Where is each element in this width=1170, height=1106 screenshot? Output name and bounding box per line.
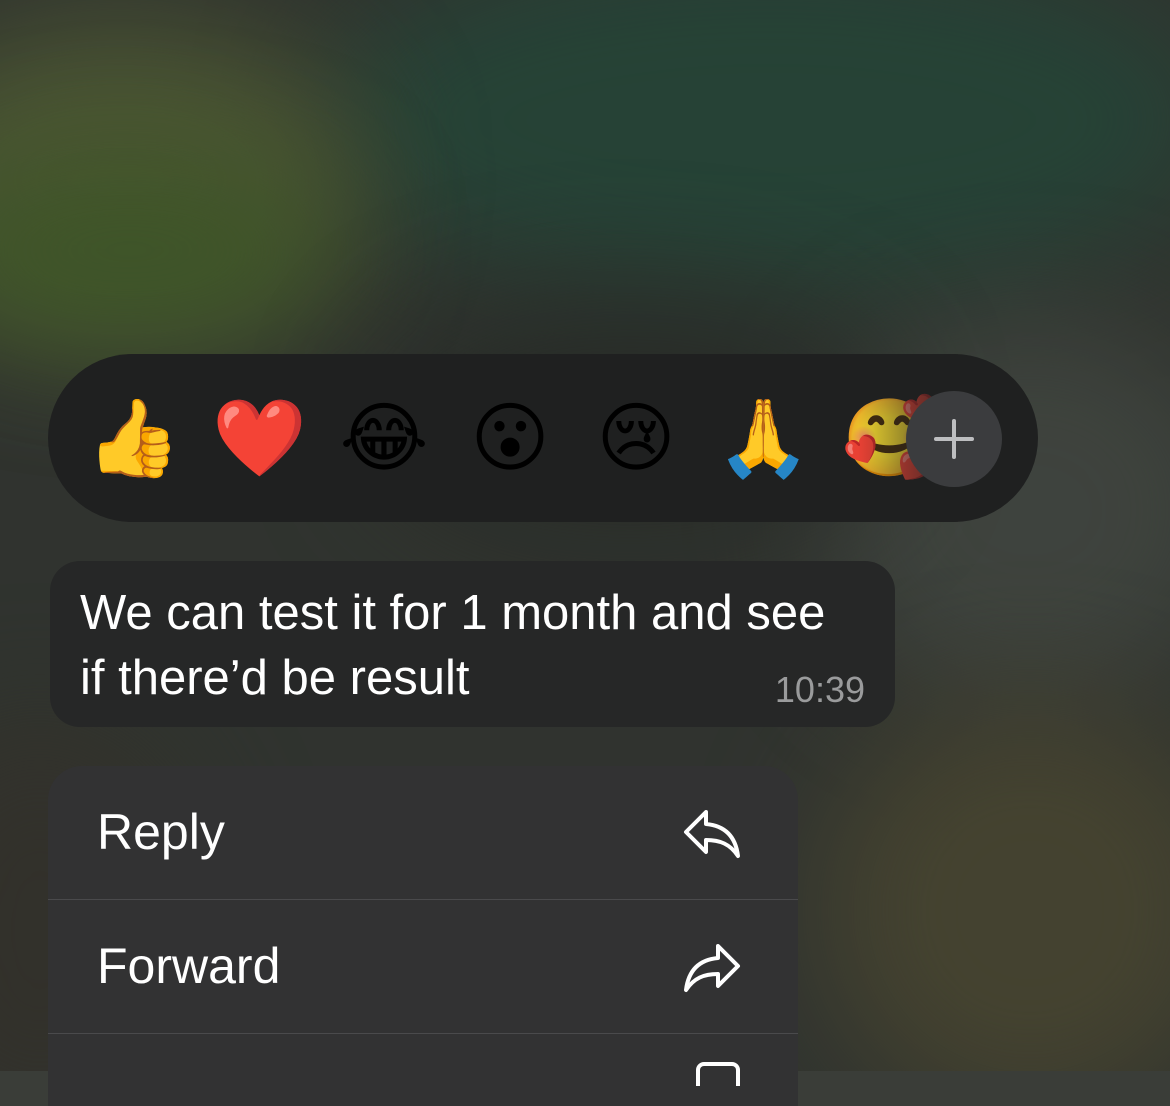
menu-item-label: Forward [97, 938, 281, 994]
reaction-thumbs-up[interactable]: 👍 [86, 392, 181, 484]
copy-icon [696, 1062, 740, 1086]
forward-icon [684, 944, 740, 992]
reaction-laughing[interactable]: 😂 [338, 392, 430, 484]
reaction-crying[interactable]: 😢 [590, 392, 682, 484]
reaction-bar: 👍 ❤️ 😂 😮 😢 🙏 🥰 [48, 354, 1038, 522]
reply-icon [684, 810, 740, 858]
message-text: We can test it for 1 month and see if th… [80, 586, 826, 705]
menu-divider [48, 1033, 798, 1034]
context-menu: Reply Forward [48, 766, 798, 1106]
menu-item-reply[interactable]: Reply [48, 766, 798, 899]
reaction-heart[interactable]: ❤️ [212, 392, 307, 484]
plus-icon [934, 419, 974, 459]
reaction-folded-hands[interactable]: 🙏 [716, 392, 811, 484]
message-timestamp: 10:39 [774, 669, 865, 710]
menu-item-forward[interactable]: Forward [48, 900, 798, 1033]
menu-item-label: Reply [97, 804, 225, 860]
reaction-surprised[interactable]: 😮 [464, 392, 556, 484]
more-reactions-button[interactable] [906, 391, 1002, 487]
message-bubble[interactable]: We can test it for 1 month and see if th… [50, 561, 895, 727]
